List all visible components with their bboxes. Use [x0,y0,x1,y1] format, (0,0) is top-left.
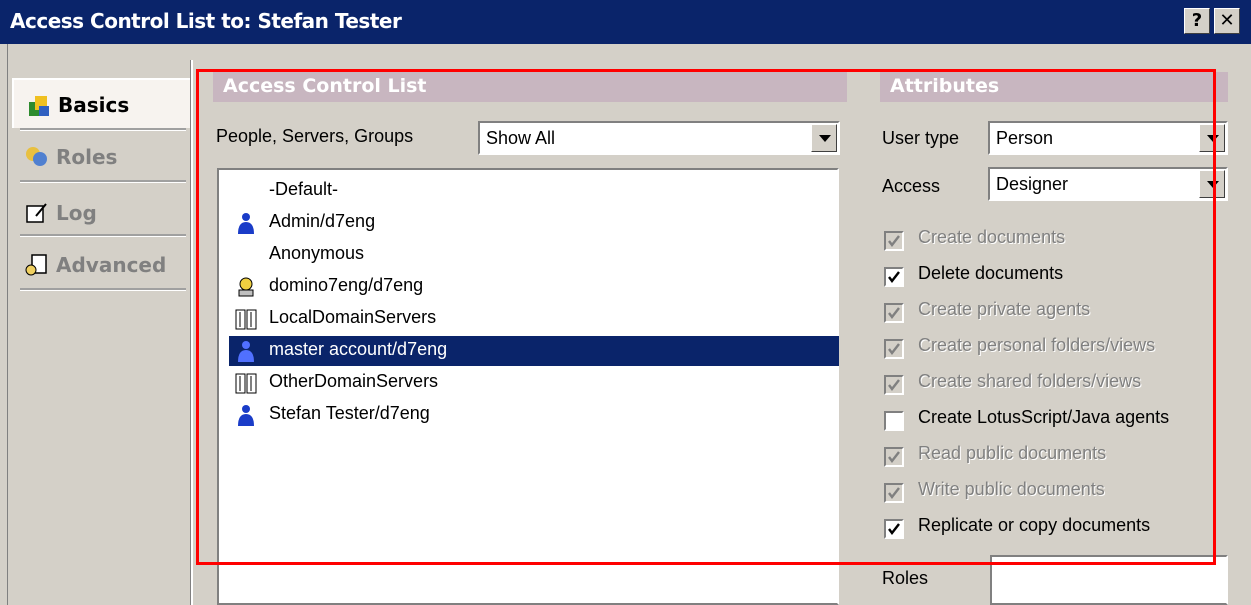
checkmark-icon [884,231,904,251]
nav-item-advanced[interactable]: Advanced [12,240,190,290]
checkmark-icon [884,447,904,467]
entry-name: master account/d7eng [269,339,448,359]
checkbox-empty[interactable] [884,411,904,431]
filter-dropdown[interactable]: Show All [478,121,840,155]
panel-divider [190,60,193,605]
entry-name: -Default- [269,179,339,199]
group-icon [235,373,257,394]
permission-checkbox[interactable]: Delete documents [884,261,1244,291]
list-item[interactable]: LocalDomainServers [229,304,839,334]
chevron-down-icon[interactable] [1199,124,1225,152]
roles-list[interactable] [990,555,1228,605]
nav-divider [20,288,186,291]
nav-divider [20,180,186,183]
permission-checkbox: Read public documents [884,441,1244,471]
checkbox-label: Create shared folders/views [918,371,1142,391]
checkbox-label: Read public documents [918,443,1107,463]
attributes-section-header: Attributes [880,72,1228,102]
person-icon [238,405,254,426]
nav-label: Basics [58,93,130,117]
window-title: Access Control List to: Stefan Tester [10,9,402,33]
checkbox-label: Delete documents [918,263,1064,283]
nav-label: Advanced [56,253,167,277]
filter-label: People, Servers, Groups [216,126,414,146]
roles-icon [26,147,47,166]
acl-entries-list[interactable]: -Default- Admin/d7eng Anonymous domino7e… [217,168,839,605]
permission-checkbox[interactable]: Replicate or copy documents [884,513,1244,543]
person-icon [238,213,254,234]
permission-checkbox: Create documents [884,225,1244,255]
acl-header-text: Access Control List [223,75,427,97]
checkmark-icon[interactable] [884,267,904,287]
group-icon [235,309,257,330]
server-icon [238,277,254,297]
entry-name: Anonymous [269,243,365,263]
help-button[interactable]: ? [1184,8,1210,34]
entry-name: LocalDomainServers [269,307,437,327]
access-dropdown[interactable]: Designer [988,167,1228,201]
chevron-down-icon[interactable] [811,124,837,152]
permission-checkbox: Create private agents [884,297,1244,327]
person-icon [238,341,254,362]
attributes-header-text: Attributes [890,75,1000,97]
list-item-selected[interactable]: master account/d7eng [229,336,839,366]
nav-divider [20,234,186,237]
advanced-icon [25,254,47,276]
nav-panel: Basics Roles Log Advanced [12,70,190,605]
basics-icon [29,96,49,116]
nav-item-roles[interactable]: Roles [12,132,190,182]
user-type-label: User type [882,128,960,148]
checkbox-label: Create private agents [918,299,1091,319]
access-label: Access [882,176,941,196]
checkmark-icon [884,303,904,323]
checkmark-icon[interactable] [884,519,904,539]
log-icon [26,203,47,223]
user-type-value: Person [996,128,1054,148]
checkbox-label: Create documents [918,227,1066,247]
chevron-down-icon[interactable] [1199,170,1225,198]
entry-name: domino7eng/d7eng [269,275,424,295]
checkbox-label: Replicate or copy documents [918,515,1151,535]
checkbox-label: Create personal folders/views [918,335,1156,355]
window-left-edge [0,44,8,605]
filter-value: Show All [486,128,556,148]
checkmark-icon [884,339,904,359]
nav-item-log[interactable]: Log [12,188,190,238]
nav-item-basics[interactable]: Basics [12,78,190,128]
list-item[interactable]: Admin/d7eng [229,208,839,238]
close-button[interactable]: ✕ [1214,8,1240,34]
acl-section-header: Access Control List [213,72,847,102]
roles-label: Roles [882,568,929,588]
permission-checkbox: Write public documents [884,477,1244,507]
checkmark-icon [884,375,904,395]
nav-label: Log [56,201,97,225]
permission-checkbox[interactable]: Create LotusScript/Java agents [884,405,1244,435]
list-item[interactable]: OtherDomainServers [229,368,839,398]
permission-checkbox: Create shared folders/views [884,369,1244,399]
checkbox-label: Write public documents [918,479,1105,499]
access-value: Designer [996,174,1069,194]
entry-name: Stefan Tester/d7eng [269,403,430,423]
user-type-dropdown[interactable]: Person [988,121,1228,155]
permission-checkbox: Create personal folders/views [884,333,1244,363]
entry-name: OtherDomainServers [269,371,439,391]
nav-label: Roles [56,145,118,169]
title-bar: Access Control List to: Stefan Tester ? … [0,0,1251,44]
checkbox-label: Create LotusScript/Java agents [918,407,1170,427]
list-item[interactable]: Stefan Tester/d7eng [229,400,839,430]
list-item[interactable]: -Default- [229,176,839,206]
nav-divider [20,128,186,131]
list-item[interactable]: domino7eng/d7eng [229,272,839,302]
entry-name: Admin/d7eng [269,211,376,231]
checkmark-icon [884,483,904,503]
list-item[interactable]: Anonymous [229,240,839,270]
